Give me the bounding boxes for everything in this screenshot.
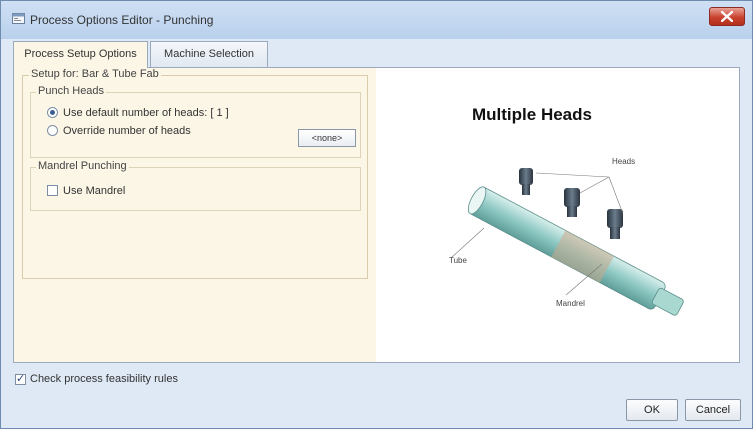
default-heads-radio[interactable] xyxy=(47,107,58,118)
punch-head-3 xyxy=(607,209,623,239)
close-button[interactable] xyxy=(709,7,745,26)
feasibility-checkbox[interactable] xyxy=(15,371,26,387)
override-heads-label: Override number of heads xyxy=(63,125,191,137)
title-bar: Process Options Editor - Punching xyxy=(1,1,752,39)
mandrel-punching-label: Mandrel Punching xyxy=(36,160,129,172)
multiple-heads-illustration xyxy=(450,168,684,316)
diagram-pane: Multiple Heads Heads Tube Mandrel xyxy=(376,68,739,362)
cancel-button[interactable]: Cancel xyxy=(685,399,741,421)
window-app-icon xyxy=(12,13,25,24)
close-icon xyxy=(721,11,733,22)
setup-group: Setup for: Bar & Tube Fab Punch Heads Us… xyxy=(22,68,368,279)
override-heads-value-button[interactable]: <none> xyxy=(298,129,356,147)
punch-head-1 xyxy=(519,168,533,195)
punch-heads-label: Punch Heads xyxy=(36,85,107,97)
ok-button[interactable]: OK xyxy=(626,399,678,421)
setup-label: Setup for: Bar & Tube Fab xyxy=(29,68,161,80)
tab-machine-selection[interactable]: Machine Selection xyxy=(150,41,268,67)
mandrel-callout: Mandrel xyxy=(556,299,585,308)
mandrel-punching-group: Mandrel Punching Use Mandrel xyxy=(30,160,361,211)
options-pane: Setup for: Bar & Tube Fab Punch Heads Us… xyxy=(14,68,376,362)
default-heads-label: Use default number of heads: [ 1 ] xyxy=(63,107,229,119)
punch-heads-group: Punch Heads Use default number of heads:… xyxy=(30,85,361,158)
punch-head-2 xyxy=(564,188,580,217)
heads-callout: Heads xyxy=(612,157,636,166)
use-mandrel-checkbox[interactable] xyxy=(47,185,58,196)
override-heads-radio[interactable] xyxy=(47,125,58,136)
use-mandrel-label: Use Mandrel xyxy=(63,185,126,197)
window-title: Process Options Editor - Punching xyxy=(30,13,214,27)
tab-process-setup-options[interactable]: Process Setup Options xyxy=(13,41,148,68)
tab-panel: Setup for: Bar & Tube Fab Punch Heads Us… xyxy=(13,67,740,363)
dialog-window: Process Options Editor - Punching Proces… xyxy=(0,0,753,429)
tube-callout: Tube xyxy=(449,256,467,265)
feasibility-label: Check process feasibility rules xyxy=(30,373,178,385)
